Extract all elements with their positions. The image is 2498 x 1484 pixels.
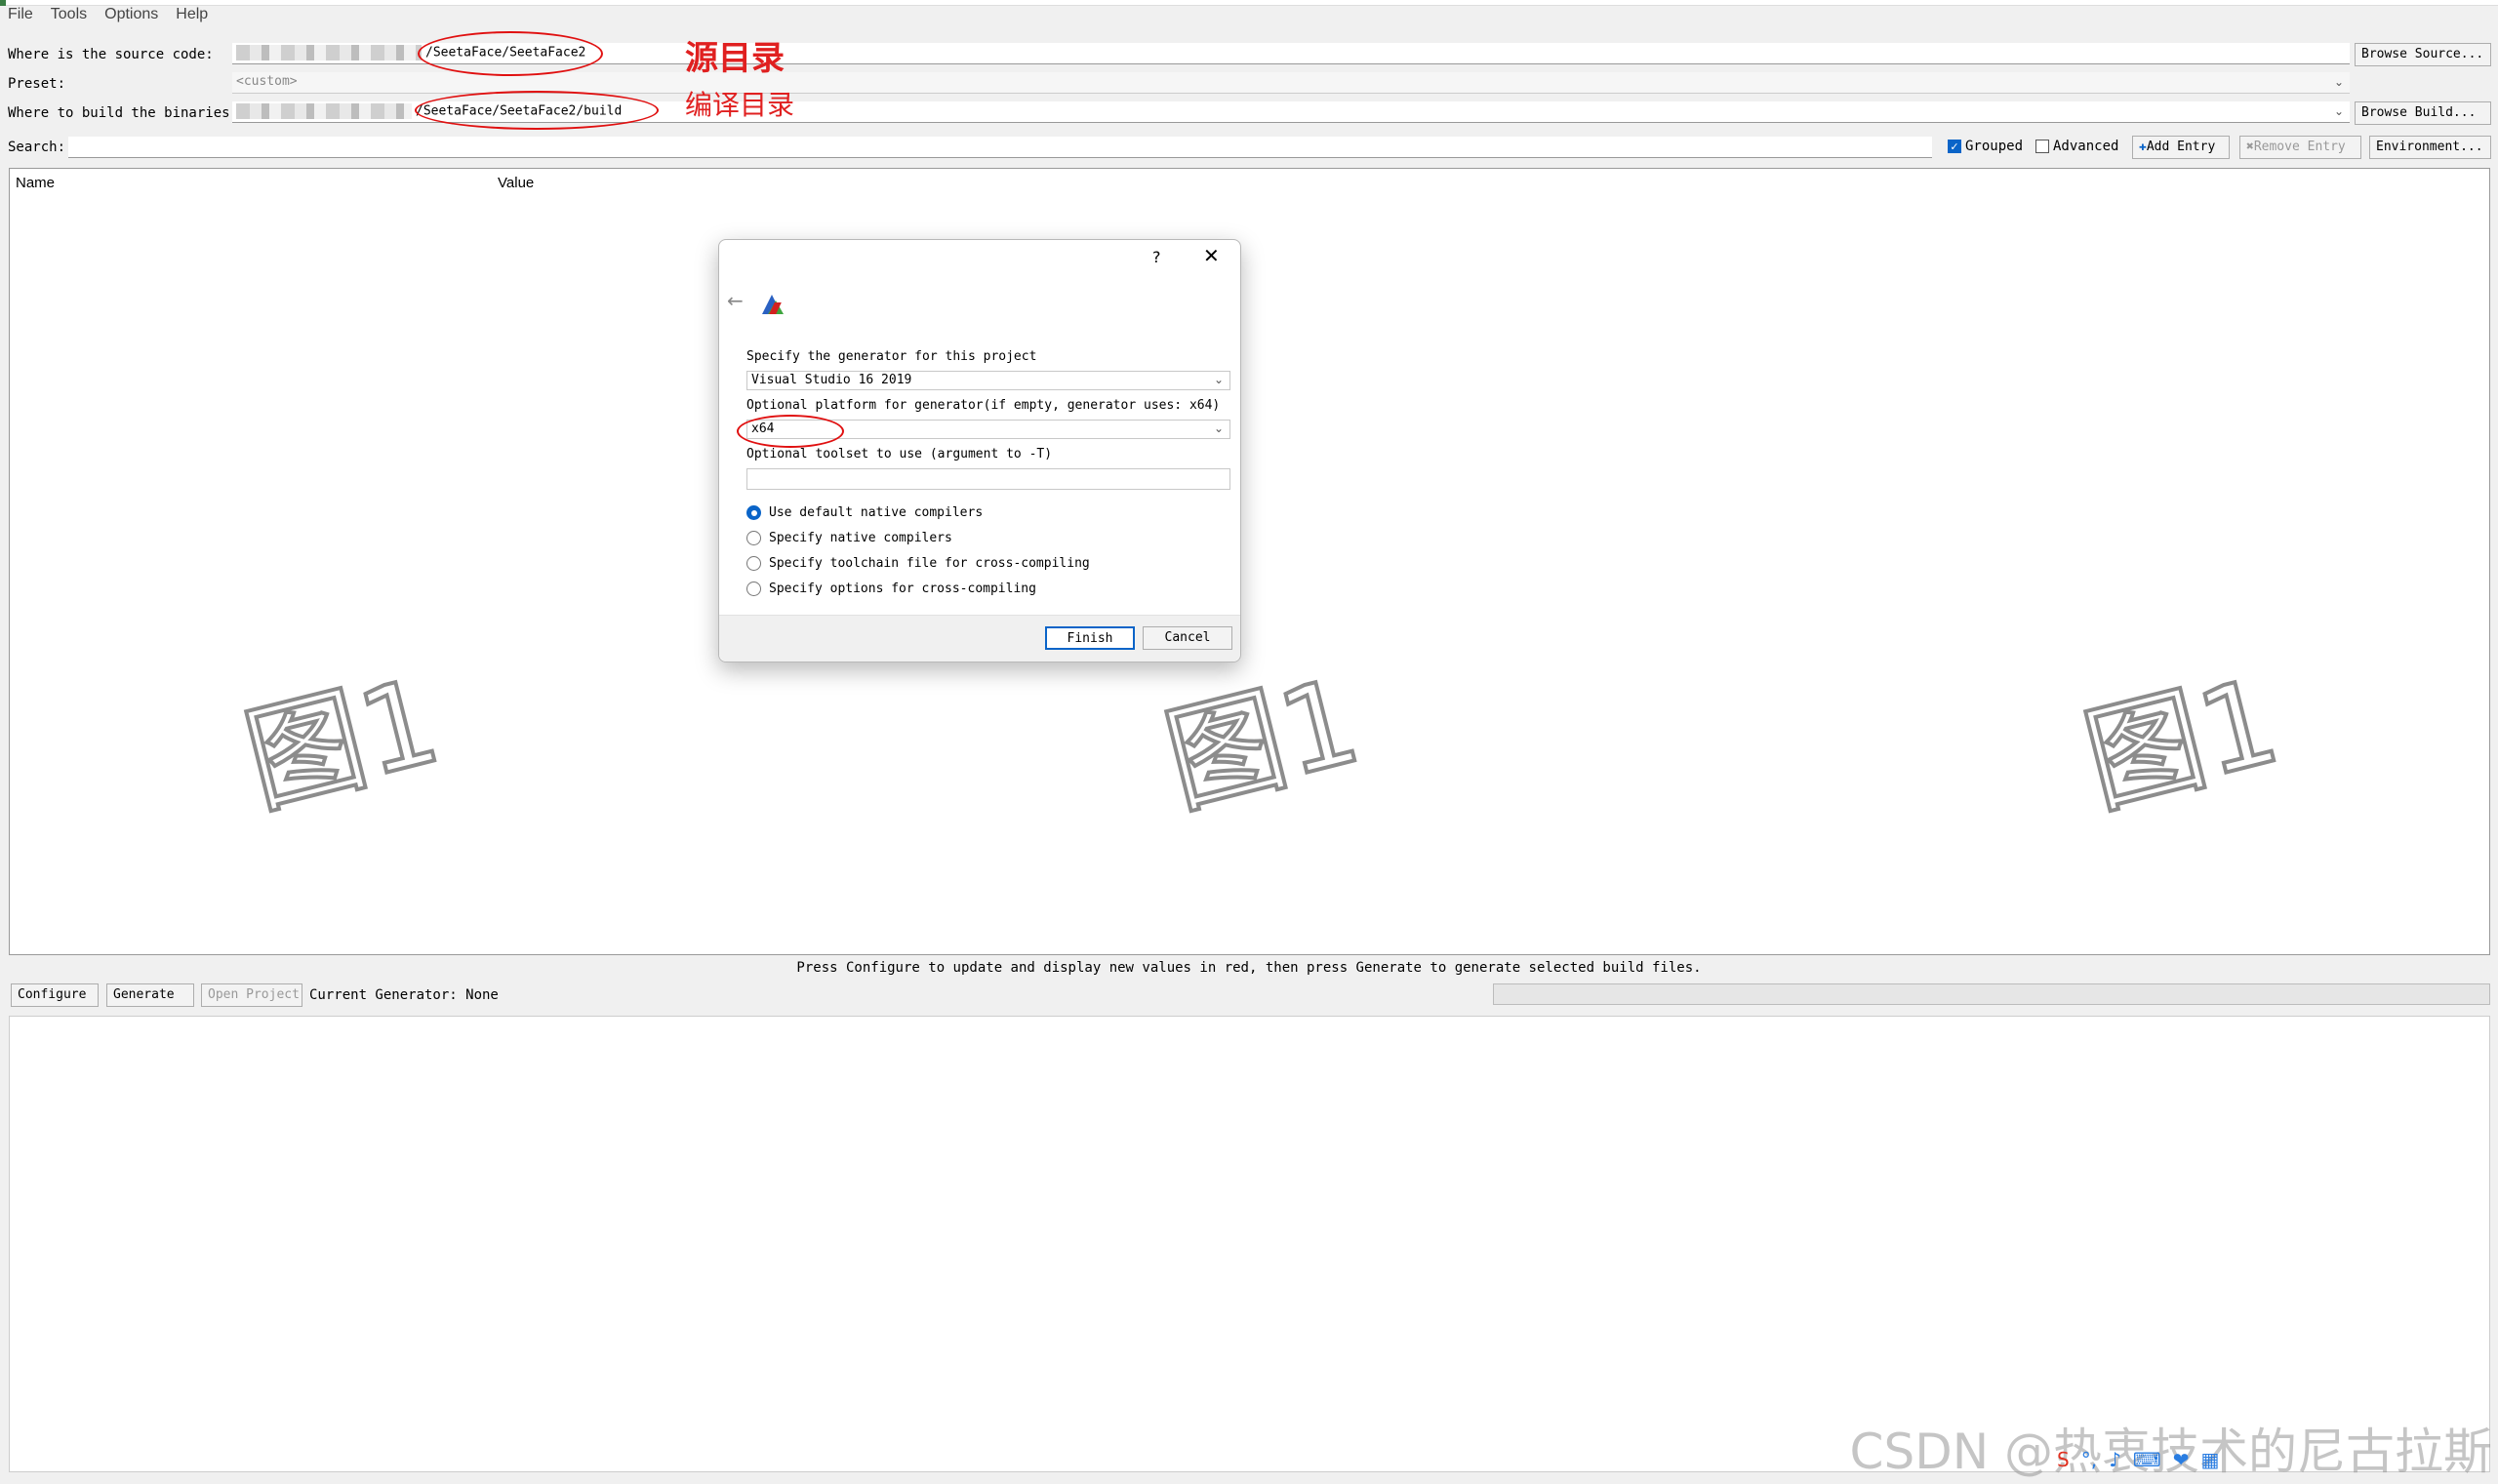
remove-icon: ✖ (2246, 140, 2254, 154)
progress-bar (1493, 983, 2490, 1005)
checkbox-icon (2035, 140, 2049, 153)
generator-label: Specify the generator for this project (746, 349, 1037, 364)
source-label: Where is the source code: (8, 47, 214, 62)
browse-build-button[interactable]: Browse Build... (2355, 101, 2491, 125)
add-entry-label: Add Entry (2146, 140, 2216, 154)
plus-icon: ✚ (2139, 140, 2147, 154)
chevron-down-icon: ⌄ (2333, 104, 2344, 118)
radio-default-compilers[interactable]: Use default native compilers (746, 505, 983, 520)
generate-button[interactable]: Generate (106, 983, 194, 1007)
microphone-icon[interactable]: ♪ (2109, 1448, 2121, 1471)
platform-label: Optional platform for generator(if empty… (746, 398, 1221, 413)
generator-dialog: ? ✕ ← Specify the generator for this pro… (718, 239, 1241, 662)
open-project-button[interactable]: Open Project (201, 983, 302, 1007)
preset-label: Preset: (8, 76, 66, 92)
menu-tools[interactable]: Tools (51, 6, 87, 33)
grouped-checkbox[interactable]: ✓ Grouped (1948, 139, 2023, 154)
check-icon: ✓ (1948, 140, 1961, 153)
menu-help[interactable]: Help (176, 6, 208, 33)
grouped-label: Grouped (1965, 139, 2024, 154)
current-generator-text: Current Generator: None (309, 987, 499, 1003)
radio-icon (746, 531, 761, 545)
build-dir-annotation: 编译目录 (685, 89, 795, 121)
column-header-name[interactable]: Name (16, 175, 55, 191)
status-message: Press Configure to update and display ne… (796, 960, 1702, 976)
source-path-annotation-circle (418, 31, 603, 76)
menu-file[interactable]: File (8, 6, 33, 33)
close-icon[interactable]: ✕ (1203, 244, 1220, 267)
environment-button[interactable]: Environment... (2369, 136, 2491, 159)
dialog-footer: Finish Cancel (719, 615, 1240, 662)
toolset-label: Optional toolset to use (argument to -T) (746, 447, 1053, 461)
radio-cross-compile-options[interactable]: Specify options for cross-compiling (746, 582, 1036, 596)
generator-value: Visual Studio 16 2019 (751, 373, 912, 387)
source-dir-annotation: 源目录 (685, 39, 785, 78)
remove-entry-button[interactable]: ✖Remove Entry (2239, 136, 2361, 159)
redacted-path (236, 45, 422, 60)
figure-watermark: 图1 (231, 652, 454, 833)
cmake-logo-icon (762, 295, 784, 314)
redacted-path (236, 103, 412, 119)
back-arrow-icon[interactable]: ← (727, 289, 744, 312)
column-header-value[interactable]: Value (498, 175, 534, 191)
chevron-down-icon: ⌄ (2333, 75, 2344, 89)
advanced-checkbox[interactable]: Advanced (2035, 139, 2118, 154)
skin-icon[interactable]: ❤ (2173, 1448, 2190, 1471)
figure-watermark: 图1 (2071, 652, 2293, 833)
cache-variables-table[interactable]: Name Value 图1 图1 图1 (9, 168, 2490, 955)
radio-icon (746, 556, 761, 571)
cancel-button[interactable]: Cancel (1143, 626, 1232, 650)
generator-dropdown[interactable]: Visual Studio 16 2019 ⌄ (746, 371, 1230, 390)
sogou-icon[interactable]: S (2057, 1448, 2070, 1471)
radio-label: Specify native compilers (769, 531, 952, 545)
ime-toolbar: S °, ♪ ⌨ ❤ ▦ (2057, 1448, 2219, 1471)
platform-annotation-circle (737, 415, 844, 448)
menu-bar: File Tools Options Help (0, 6, 208, 33)
chevron-down-icon: ⌄ (1213, 373, 1224, 386)
menu-options[interactable]: Options (104, 6, 158, 33)
chevron-down-icon: ⌄ (1213, 421, 1224, 435)
toolbox-icon[interactable]: ▦ (2200, 1448, 2219, 1471)
help-button[interactable]: ? (1152, 248, 1161, 266)
build-path-annotation-circle (415, 91, 659, 130)
build-label: Where to build the binaries: (8, 105, 239, 121)
radio-label: Specify toolchain file for cross-compili… (769, 556, 1090, 571)
search-label: Search: (8, 140, 66, 155)
finish-button[interactable]: Finish (1045, 626, 1135, 650)
keyboard-icon[interactable]: ⌨ (2133, 1448, 2161, 1471)
radio-native-compilers[interactable]: Specify native compilers (746, 531, 952, 545)
toolset-input[interactable] (746, 468, 1230, 490)
preset-value: <custom> (236, 74, 298, 89)
advanced-label: Advanced (2053, 139, 2119, 154)
radio-toolchain-file[interactable]: Specify toolchain file for cross-compili… (746, 556, 1090, 571)
radio-selected-icon (746, 505, 761, 520)
remove-entry-label: Remove Entry (2253, 140, 2346, 154)
radio-icon (746, 582, 761, 596)
add-entry-button[interactable]: ✚Add Entry (2132, 136, 2230, 159)
radio-label: Use default native compilers (769, 505, 984, 520)
output-log[interactable] (9, 1016, 2490, 1472)
search-input[interactable] (68, 137, 1932, 158)
configure-button[interactable]: Configure (11, 983, 99, 1007)
radio-label: Specify options for cross-compiling (769, 582, 1036, 596)
punctuation-icon[interactable]: °, (2081, 1448, 2097, 1471)
browse-source-button[interactable]: Browse Source... (2355, 43, 2491, 66)
window-top-edge (0, 0, 2498, 6)
